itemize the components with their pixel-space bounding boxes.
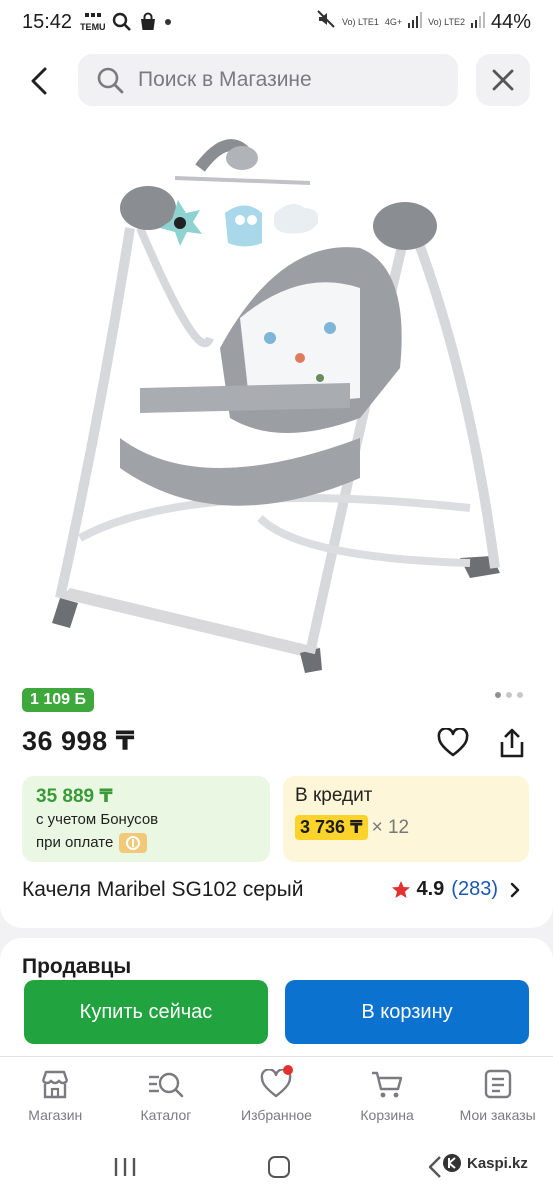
search-placeholder: Поиск в Магазине — [138, 68, 312, 91]
signal2-icon — [470, 11, 485, 34]
nav-label-favorites: Избранное — [241, 1107, 312, 1123]
status-time: 15:42 — [22, 10, 73, 33]
credit-multiplier: × 12 — [371, 816, 410, 838]
share-button[interactable] — [496, 726, 528, 760]
pager-dot — [517, 692, 523, 698]
kaspi-bonus-icon — [119, 833, 148, 854]
search-icon — [97, 67, 124, 94]
product-image[interactable] — [0, 118, 553, 678]
nav-item-favorites[interactable]: Избранное — [221, 1057, 332, 1136]
review-count: (283) — [451, 878, 498, 900]
recents-icon[interactable] — [113, 1156, 137, 1178]
kaspi-logo-icon — [443, 1154, 461, 1172]
network-4g: 4G+ — [384, 16, 403, 27]
nav-label-cart: Корзина — [360, 1107, 414, 1123]
home-button[interactable] — [268, 1156, 290, 1178]
sellers-heading: Продавцы — [22, 955, 132, 978]
search-notification-icon — [112, 12, 132, 32]
bottom-nav: Магазин Каталог Избранное Корзина Мои за… — [0, 1056, 553, 1136]
favorite-button[interactable] — [437, 727, 469, 758]
system-nav-bar: Kaspi.kz — [0, 1136, 553, 1200]
nav-item-catalog[interactable]: Каталог — [111, 1057, 222, 1136]
nav-label-catalog: Каталог — [140, 1107, 192, 1123]
status-right: Vo) LTE1 4G+ Vo) LTE2 44% — [316, 9, 531, 35]
cart-icon — [372, 1071, 403, 1098]
share-icon — [500, 728, 524, 758]
pager-dot-active — [495, 692, 501, 698]
orders-icon — [484, 1069, 511, 1099]
search-header: Поиск в Магазине — [0, 44, 553, 118]
pager-dot — [506, 692, 512, 698]
bonus-text-line1: с учетом Бонусов — [36, 811, 159, 828]
status-bar: 15:42 TEMU Vo) LTE1 4G+ Vo) LTE2 44% — [0, 0, 553, 44]
rating-link[interactable]: 4.9 (283) — [391, 878, 520, 901]
nav-label-shop: Магазин — [28, 1107, 83, 1123]
network-lte1: Vo) LTE1 — [341, 16, 379, 27]
heart-icon — [437, 727, 469, 757]
close-button[interactable] — [476, 54, 530, 106]
nav-item-shop[interactable]: Магазин — [0, 1057, 111, 1136]
product-price: 36 998 ₸ — [22, 726, 135, 756]
nav-item-cart[interactable]: Корзина — [332, 1057, 443, 1136]
nav-item-orders[interactable]: Мои заказы — [442, 1057, 553, 1136]
kaspi-watermark: Kaspi.kz — [442, 1153, 528, 1173]
credit-label: В кредит — [295, 785, 373, 806]
temu-notification-icon: TEMU — [80, 12, 106, 32]
search-input[interactable]: Поиск в Магазине — [78, 54, 458, 106]
temu-label: TEMU — [80, 21, 106, 32]
shop-icon — [42, 1070, 69, 1099]
buy-now-button[interactable]: Купить сейчас — [24, 980, 268, 1044]
nav-label-orders: Мои заказы — [459, 1107, 536, 1123]
chevron-left-icon — [31, 67, 47, 95]
close-icon — [492, 69, 514, 91]
bonus-text-line2: при оплате — [36, 834, 114, 851]
product-title: Качеля Maribel SG102 серый — [22, 878, 304, 901]
system-back-icon[interactable] — [428, 1155, 442, 1179]
bonus-price-card[interactable]: 35 889 ₸ с учетом Бонусов при оплате — [22, 776, 270, 862]
credit-card[interactable]: В кредит 3 736 ₸ × 12 — [283, 776, 529, 862]
back-button[interactable] — [22, 63, 58, 99]
rating-value: 4.9 — [416, 878, 445, 900]
shopping-bag-notification-icon — [138, 12, 158, 32]
image-pager — [495, 692, 523, 698]
chevron-right-icon — [510, 882, 520, 897]
bonus-price: 35 889 ₸ — [36, 786, 113, 807]
more-notifications-dot-icon — [164, 18, 172, 26]
star-icon — [392, 880, 411, 898]
signal-icon — [408, 11, 423, 34]
battery-level: 44% — [490, 10, 531, 33]
network-lte2: Vo) LTE2 — [428, 16, 465, 27]
credit-amount: 3 736 ₸ — [295, 815, 368, 840]
product-card: 1 109 Б 36 998 ₸ 35 889 ₸ с учетом Бонус… — [0, 118, 553, 928]
catalog-search-icon — [148, 1072, 184, 1098]
add-to-cart-button[interactable]: В корзину — [285, 980, 529, 1044]
mute-icon — [316, 9, 336, 35]
bonus-badge: 1 109 Б — [22, 688, 94, 712]
watermark-text: Kaspi.kz — [467, 1154, 528, 1172]
